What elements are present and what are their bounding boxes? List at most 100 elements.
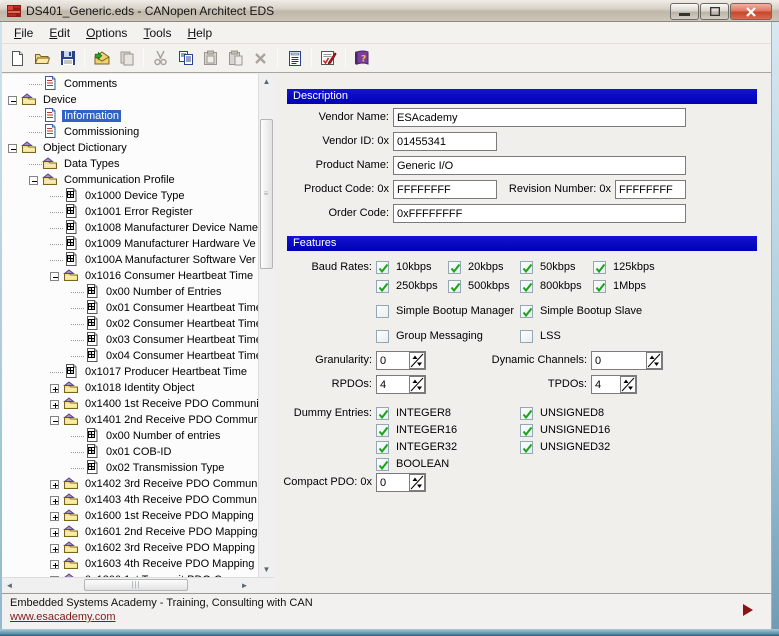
checkbox[interactable]: [376, 407, 389, 420]
tree-item[interactable]: Data Types: [2, 156, 258, 172]
tree-item[interactable]: 0x03 Consumer Heartbeat Time: [2, 332, 258, 348]
check-eds-icon[interactable]: [317, 47, 340, 70]
rpdos-spinner[interactable]: [409, 376, 425, 393]
expand-icon[interactable]: [50, 544, 59, 553]
checkbox[interactable]: [448, 280, 461, 293]
order-code-input[interactable]: [393, 204, 686, 223]
checkbox[interactable]: [520, 424, 533, 437]
tree-item[interactable]: 0x1601 2nd Receive PDO Mapping: [2, 524, 258, 540]
expand-icon[interactable]: [50, 560, 59, 569]
checkbox[interactable]: [376, 261, 389, 274]
expand-icon[interactable]: [50, 480, 59, 489]
close-button[interactable]: [730, 3, 772, 20]
expand-icon[interactable]: [50, 400, 59, 409]
tree-item[interactable]: 0x1009 Manufacturer Hardware Ve: [2, 236, 258, 252]
maximize-button[interactable]: [700, 3, 729, 20]
scroll-down-arrow[interactable]: ▼: [259, 562, 274, 577]
new-icon[interactable]: [6, 47, 29, 70]
tpdos-spinner[interactable]: [620, 376, 636, 393]
tree-item[interactable]: 0x1000 Device Type: [2, 188, 258, 204]
checkbox[interactable]: [376, 280, 389, 293]
tree-item[interactable]: 0x1008 Manufacturer Device Name: [2, 220, 258, 236]
tree-item[interactable]: Communication Profile: [2, 172, 258, 188]
tree-item[interactable]: 0x1402 3rd Receive PDO Commun: [2, 476, 258, 492]
tree-item[interactable]: Information: [2, 108, 258, 124]
expand-icon[interactable]: [50, 496, 59, 505]
tree-item[interactable]: 0x1400 1st Receive PDO Communi: [2, 396, 258, 412]
expand-icon[interactable]: [50, 512, 59, 521]
checkbox[interactable]: [520, 441, 533, 454]
titlebar[interactable]: DS401_Generic.eds - CANopen Architect ED…: [0, 0, 779, 22]
expand-icon[interactable]: [50, 384, 59, 393]
checkbox[interactable]: [376, 305, 389, 318]
scroll-left-arrow[interactable]: ◄: [2, 578, 17, 592]
tree-item[interactable]: 0x1018 Identity Object: [2, 380, 258, 396]
tree-item[interactable]: 0x1603 4th Receive PDO Mapping: [2, 556, 258, 572]
collapse-icon[interactable]: [50, 272, 59, 281]
vendor-name-input[interactable]: [393, 108, 686, 127]
tree-item[interactable]: 0x01 COB-ID: [2, 444, 258, 460]
dynamic-channels-spinner[interactable]: [646, 352, 662, 369]
menu-tools[interactable]: Tools: [135, 24, 179, 42]
tree-item[interactable]: 0x1600 1st Receive PDO Mapping: [2, 508, 258, 524]
tree-item[interactable]: Commissioning: [2, 124, 258, 140]
vendor-id-input[interactable]: [393, 132, 497, 151]
granularity-label: Granularity:: [277, 351, 372, 370]
expand-icon[interactable]: [50, 528, 59, 537]
tree-horizontal-scrollbar[interactable]: ◄ ||| ►: [2, 577, 274, 592]
save-icon[interactable]: [56, 47, 79, 70]
tree-item[interactable]: 0x1602 3rd Receive PDO Mapping: [2, 540, 258, 556]
tree-item[interactable]: 0x1017 Producer Heartbeat Time: [2, 364, 258, 380]
collapse-icon[interactable]: [50, 416, 59, 425]
report-icon[interactable]: [283, 47, 306, 70]
checkbox[interactable]: [376, 330, 389, 343]
tree-item[interactable]: 0x04 Consumer Heartbeat Time: [2, 348, 258, 364]
scroll-up-arrow[interactable]: ▲: [259, 74, 274, 89]
tree-item[interactable]: 0x1403 4th Receive PDO Commun: [2, 492, 258, 508]
checkbox[interactable]: [520, 407, 533, 420]
tree-vertical-scrollbar[interactable]: ▲ ≡ ▼: [258, 74, 274, 577]
checkbox[interactable]: [376, 424, 389, 437]
tree-item[interactable]: 0x00 Number of entries: [2, 428, 258, 444]
compact-pdo-spinner[interactable]: [409, 474, 425, 491]
granularity-spinner[interactable]: [409, 352, 425, 369]
revision-number-input[interactable]: [615, 180, 686, 199]
tree-item[interactable]: Comments: [2, 76, 258, 92]
vertical-scroll-thumb[interactable]: ≡: [260, 119, 273, 269]
tree-item[interactable]: 0x1016 Consumer Heartbeat Time: [2, 268, 258, 284]
help-icon[interactable]: ?: [351, 47, 374, 70]
website-link[interactable]: www.esacademy.com: [10, 611, 116, 623]
menu-help[interactable]: Help: [179, 24, 220, 42]
menu-edit[interactable]: Edit: [41, 24, 78, 42]
checkbox[interactable]: [520, 280, 533, 293]
open-icon[interactable]: [31, 47, 54, 70]
tree-item[interactable]: 0x1001 Error Register: [2, 204, 258, 220]
export-eds-icon[interactable]: [90, 47, 113, 70]
tree-item[interactable]: Object Dictionary: [2, 140, 258, 156]
checkbox[interactable]: [376, 458, 389, 471]
tree-item[interactable]: Device: [2, 92, 258, 108]
menu-file[interactable]: File: [6, 24, 41, 42]
collapse-icon[interactable]: [8, 96, 17, 105]
scroll-right-arrow[interactable]: ►: [237, 578, 252, 592]
checkbox[interactable]: [520, 330, 533, 343]
collapse-icon[interactable]: [29, 176, 38, 185]
checkbox[interactable]: [520, 305, 533, 318]
collapse-icon[interactable]: [8, 144, 17, 153]
tree-item[interactable]: 0x100A Manufacturer Software Ver: [2, 252, 258, 268]
tree-item[interactable]: 0x00 Number of Entries: [2, 284, 258, 300]
checkbox[interactable]: [448, 261, 461, 274]
checkbox[interactable]: [593, 261, 606, 274]
menu-options[interactable]: Options: [78, 24, 135, 42]
checkbox[interactable]: [593, 280, 606, 293]
tree-item[interactable]: 0x02 Consumer Heartbeat Time: [2, 316, 258, 332]
checkbox[interactable]: [376, 441, 389, 454]
tree-item[interactable]: 0x02 Transmission Type: [2, 460, 258, 476]
tree-item[interactable]: 0x01 Consumer Heartbeat Time: [2, 300, 258, 316]
checkbox[interactable]: [520, 261, 533, 274]
tree-item[interactable]: 0x1401 2nd Receive PDO Commur: [2, 412, 258, 428]
horizontal-scroll-thumb[interactable]: |||: [84, 579, 188, 591]
minimize-button[interactable]: [670, 3, 699, 20]
copy-icon[interactable]: [174, 47, 197, 70]
product-name-input[interactable]: [393, 156, 686, 175]
